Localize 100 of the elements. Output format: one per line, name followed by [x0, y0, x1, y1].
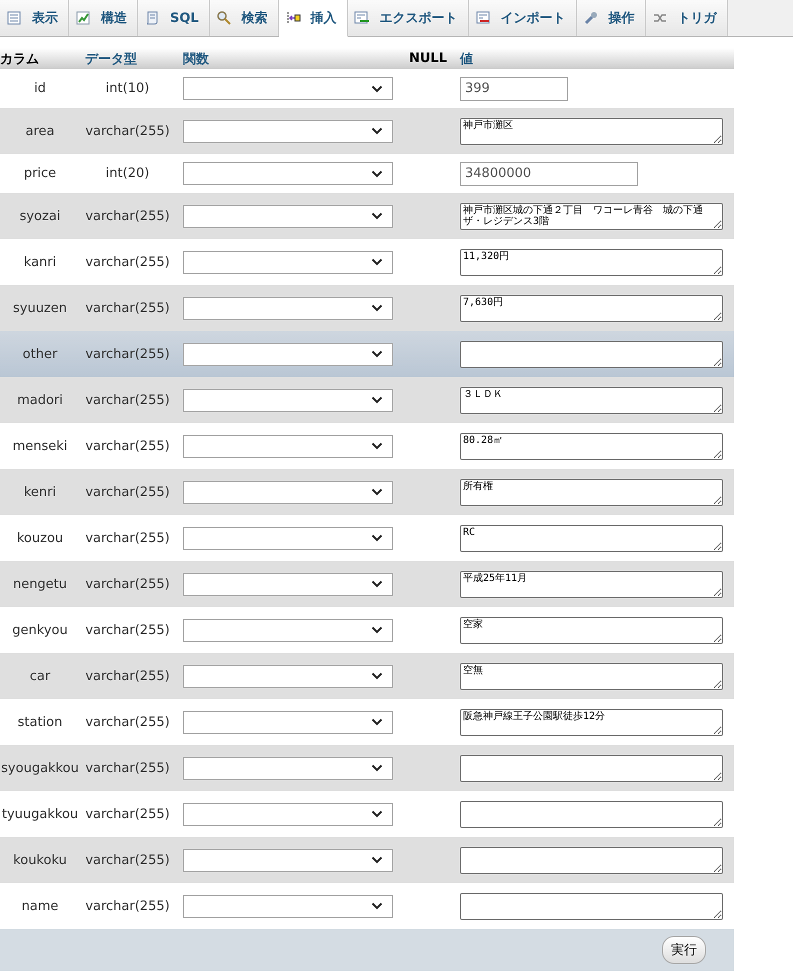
column-name: area [24, 124, 56, 138]
value-textarea[interactable] [460, 892, 723, 920]
data-type: varchar(255) [84, 806, 171, 822]
scroll-icon [144, 10, 160, 26]
column-header: NULL [408, 51, 448, 66]
data-type: varchar(255) [84, 668, 171, 684]
function-select[interactable] [183, 434, 393, 458]
caret-icon [371, 212, 383, 220]
data-type: varchar(255) [84, 852, 171, 868]
function-select[interactable] [183, 342, 393, 366]
function-select[interactable] [183, 618, 393, 642]
data-type: varchar(255) [84, 300, 171, 316]
function-select[interactable] [183, 802, 393, 826]
value-textarea[interactable]: 神戸市灘区城の下通２丁目 ワコーレ青谷 城の下通ザ・レジデンス3階 [460, 202, 723, 230]
value-textarea[interactable] [460, 340, 723, 368]
data-type: varchar(255) [84, 530, 171, 546]
function-select[interactable] [183, 250, 393, 274]
value-textarea[interactable]: 神戸市灘区 [460, 118, 723, 144]
function-select[interactable] [183, 756, 393, 780]
value-textarea[interactable]: 所有権 [460, 478, 723, 506]
caret-icon [371, 304, 383, 312]
caret-icon [371, 396, 383, 404]
caret-icon [371, 534, 383, 542]
data-type: int(10) [104, 81, 150, 96]
caret-icon [371, 258, 383, 266]
value-textarea[interactable] [460, 800, 723, 828]
value-input[interactable]: 34800000 [460, 162, 638, 186]
tab[interactable]: SQL [138, 0, 210, 36]
column-name: syuuzen [12, 300, 68, 316]
value-textarea[interactable] [460, 846, 723, 874]
data-type: varchar(255) [84, 124, 171, 138]
column-name: other [22, 346, 58, 362]
caret-icon [371, 672, 383, 680]
tab[interactable]: 表示 [0, 0, 69, 36]
function-select[interactable] [183, 388, 393, 412]
column-name: syozai [18, 208, 62, 224]
column-name: syougakkou [0, 760, 80, 776]
caret-icon [371, 442, 383, 450]
function-select[interactable] [183, 526, 393, 550]
column-name: station [16, 714, 64, 730]
data-type: int(20) [104, 166, 150, 181]
data-type: varchar(255) [84, 392, 171, 408]
data-type: varchar(255) [84, 346, 171, 362]
function-select[interactable] [183, 894, 393, 918]
data-type: varchar(255) [84, 760, 171, 776]
execute-button[interactable]: 実行 [662, 936, 706, 964]
data-type: varchar(255) [84, 208, 171, 224]
function-select[interactable] [183, 710, 393, 734]
value-textarea[interactable]: 80.28㎡ [460, 432, 723, 460]
value-input[interactable]: 399 [460, 76, 568, 100]
data-type: varchar(255) [84, 254, 171, 270]
function-select[interactable] [183, 120, 393, 142]
tab[interactable]: 操作 [576, 0, 646, 36]
column-name: madori [16, 392, 64, 408]
value-textarea[interactable]: 空家 [460, 616, 723, 644]
tab[interactable]: インポート [468, 0, 577, 36]
insert-icon [284, 10, 301, 26]
caret-icon [371, 127, 383, 135]
data-type: varchar(255) [84, 438, 171, 454]
column-name: kanri [22, 254, 58, 270]
caret-icon [371, 626, 383, 634]
column-name: koukoku [12, 852, 68, 868]
tab[interactable]: 検索 [210, 0, 279, 36]
value-textarea[interactable]: 阪急神戸線王子公園駅徒歩12分 [460, 708, 723, 736]
value-textarea[interactable]: 11,320円 [460, 248, 723, 276]
chart-icon [75, 10, 91, 26]
data-type: varchar(255) [84, 714, 171, 730]
data-type: varchar(255) [84, 898, 171, 914]
column-name: menseki [12, 438, 68, 454]
function-select[interactable] [183, 664, 393, 688]
caret-icon [371, 580, 383, 588]
import-icon [474, 10, 491, 26]
function-select[interactable] [183, 204, 393, 228]
caret-icon [371, 84, 383, 92]
tab[interactable]: 構造 [69, 0, 138, 36]
column-name: price [22, 166, 58, 181]
value-textarea[interactable]: 7,630円 [460, 294, 723, 322]
value-textarea[interactable] [460, 754, 723, 782]
value-textarea[interactable]: 平成25年11月 [460, 570, 723, 598]
tab[interactable]: トリガ [646, 0, 728, 36]
value-textarea[interactable]: ３ＬＤＫ [460, 386, 723, 414]
column-name: genkyou [11, 622, 69, 638]
value-textarea[interactable]: RC [460, 524, 723, 552]
tab[interactable]: エクスポート [348, 0, 469, 36]
function-select[interactable] [183, 480, 393, 504]
column-header: データ型 [84, 50, 138, 68]
function-select[interactable] [183, 77, 393, 100]
column-name: name [20, 898, 60, 914]
function-select[interactable] [183, 162, 393, 185]
caret-icon [371, 856, 383, 864]
data-type: varchar(255) [84, 576, 171, 592]
column-header: 値 [458, 50, 474, 68]
function-select[interactable] [183, 572, 393, 596]
data-type: varchar(255) [84, 622, 171, 638]
function-select[interactable] [183, 296, 393, 320]
function-select[interactable] [183, 848, 393, 872]
caret-icon [371, 718, 383, 726]
tab[interactable]: 挿入 [278, 0, 348, 37]
column-name: kenri [22, 484, 58, 500]
value-textarea[interactable]: 空無 [460, 662, 723, 690]
